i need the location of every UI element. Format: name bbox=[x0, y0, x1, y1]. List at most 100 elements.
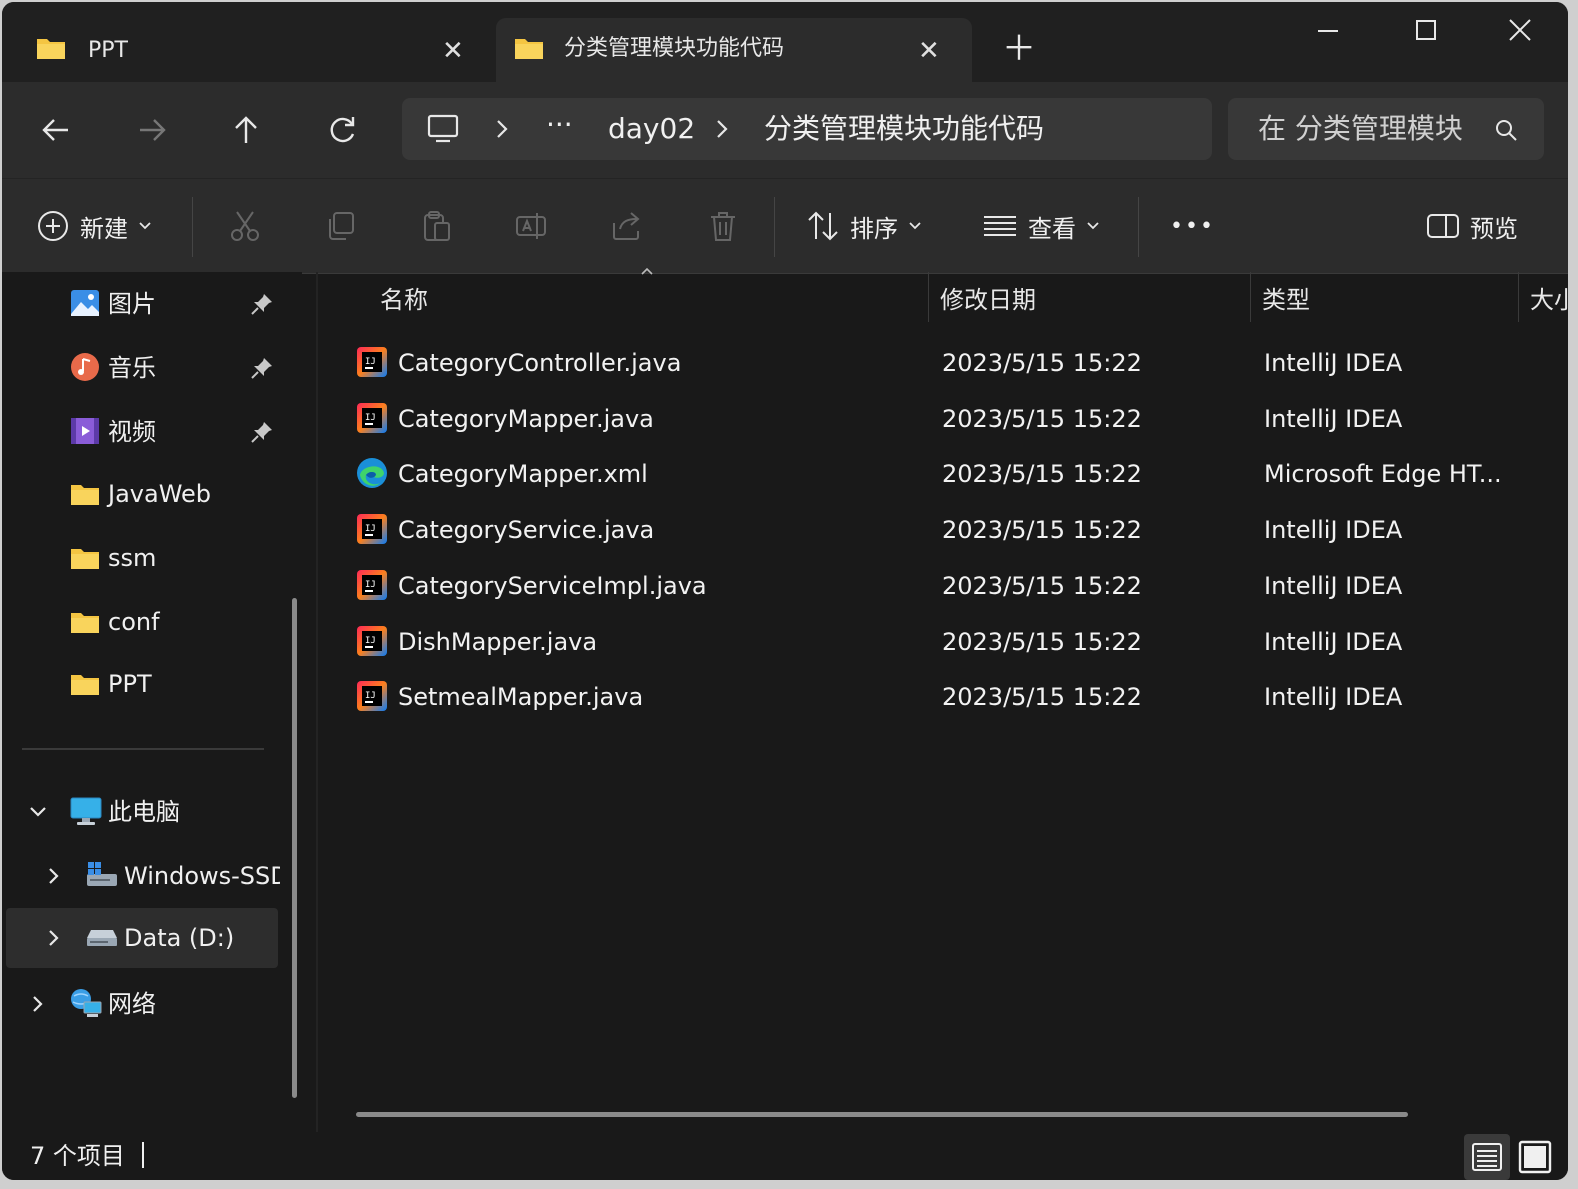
sidebar-item-ppt[interactable]: PPT bbox=[2, 654, 278, 714]
table-row[interactable]: IJ CategoryController.java 2023/5/15 15:22… bbox=[348, 338, 1548, 390]
copy-icon[interactable] bbox=[324, 209, 358, 243]
search-icon[interactable] bbox=[1494, 118, 1518, 142]
search-box[interactable]: 在 分类管理模块 bbox=[1228, 98, 1544, 160]
column-divider[interactable] bbox=[928, 272, 929, 322]
close-tab-icon[interactable]: ✕ bbox=[442, 38, 464, 64]
details-view-icon[interactable] bbox=[1464, 1134, 1510, 1180]
refresh-icon[interactable] bbox=[322, 110, 362, 150]
table-row[interactable]: IJ CategoryService.java 2023/5/15 15:22 Int… bbox=[348, 505, 1548, 557]
chevron-right-icon[interactable] bbox=[494, 118, 510, 140]
paste-icon[interactable] bbox=[420, 209, 454, 243]
command-bar: 新建 排序 查看 ••• 预览 bbox=[2, 178, 1568, 274]
explorer-window: PPT ✕ 分类管理模块功能代码 ✕ ＋ ··· day02 分类管理模块功能代… bbox=[2, 2, 1568, 1180]
intellij-icon: IJ bbox=[356, 346, 388, 382]
table-row[interactable]: IJ CategoryMapper.java 2023/5/15 15:22 Inte… bbox=[348, 394, 1548, 446]
file-type: IntelliJ IDEA bbox=[1264, 349, 1403, 377]
table-row[interactable]: IJ SetmealMapper.java 2023/5/15 15:22 Intel… bbox=[348, 672, 1548, 724]
preview-pane-button[interactable]: 预览 bbox=[1426, 203, 1518, 249]
column-header-name[interactable]: 名称 bbox=[380, 280, 428, 320]
sidebar-item-label: 网络 bbox=[108, 990, 156, 1018]
windows-drive-icon bbox=[87, 862, 117, 886]
sidebar-item-windows-ssd[interactable]: Windows-SSD bbox=[2, 846, 280, 906]
chevron-down-icon bbox=[139, 222, 151, 230]
sidebar-item-label: 音乐 bbox=[108, 354, 156, 382]
svg-text:IJ: IJ bbox=[365, 580, 376, 590]
sidebar-item-label: 视频 bbox=[108, 418, 156, 446]
table-row[interactable]: CategoryMapper.xml 2023/5/15 15:22 Microso… bbox=[348, 449, 1548, 501]
sidebar-item-network[interactable]: 网络 bbox=[2, 974, 278, 1034]
large-icons-view-icon[interactable] bbox=[1512, 1134, 1558, 1180]
table-row[interactable]: IJ DishMapper.java 2023/5/15 15:22 IntelliJ… bbox=[348, 617, 1548, 669]
sidebar-item-label: Data (D:) bbox=[124, 924, 235, 952]
rename-icon[interactable] bbox=[514, 209, 548, 243]
status-bar: 7 个项目 bbox=[2, 1132, 1568, 1180]
forward-arrow-icon[interactable] bbox=[132, 110, 172, 150]
close-tab-icon[interactable]: ✕ bbox=[918, 38, 940, 64]
pin-icon[interactable] bbox=[250, 292, 274, 316]
new-button[interactable]: 新建 bbox=[36, 203, 152, 249]
new-tab-button[interactable]: ＋ bbox=[1002, 32, 1036, 66]
file-type: IntelliJ IDEA bbox=[1264, 516, 1403, 545]
column-header-size[interactable]: 大小 bbox=[1530, 280, 1568, 320]
preview-pane-icon bbox=[1427, 214, 1459, 238]
file-name: CategoryService.java bbox=[398, 516, 655, 545]
sidebar-item-data-d[interactable]: Data (D:) bbox=[6, 908, 278, 968]
cut-icon[interactable] bbox=[228, 209, 262, 243]
delete-icon[interactable] bbox=[706, 209, 740, 243]
view-button[interactable]: 查看 bbox=[982, 203, 1100, 249]
sidebar-item-label: 图片 bbox=[108, 290, 156, 318]
folder-icon bbox=[515, 39, 543, 59]
breadcrumb-day02[interactable]: day02 bbox=[608, 112, 695, 146]
sidebar-item-videos[interactable]: 视频 bbox=[2, 402, 278, 462]
address-bar[interactable]: ··· day02 分类管理模块功能代码 bbox=[402, 98, 1212, 160]
column-divider[interactable] bbox=[1518, 272, 1519, 322]
breadcrumb-overflow[interactable]: ··· bbox=[546, 108, 573, 142]
new-label: 新建 bbox=[80, 214, 128, 243]
chevron-right-icon[interactable] bbox=[714, 118, 730, 140]
file-name: CategoryServiceImpl.java bbox=[398, 571, 707, 600]
breadcrumb-current[interactable]: 分类管理模块功能代码 bbox=[764, 112, 1044, 146]
maximize-icon[interactable] bbox=[1404, 14, 1448, 48]
file-name: CategoryMapper.java bbox=[398, 404, 654, 433]
computer-icon bbox=[70, 797, 102, 825]
toolbar-divider bbox=[1138, 197, 1139, 257]
sidebar-item-conf[interactable]: conf bbox=[2, 592, 278, 652]
chevron-right-icon[interactable] bbox=[28, 994, 48, 1014]
horizontal-scrollbar[interactable] bbox=[356, 1112, 1408, 1117]
sidebar-item-ssm[interactable]: ssm bbox=[2, 528, 278, 588]
close-window-icon[interactable] bbox=[1498, 14, 1542, 48]
chevron-right-icon[interactable] bbox=[44, 928, 64, 948]
file-date: 2023/5/15 15:22 bbox=[942, 683, 1142, 712]
computer-icon[interactable] bbox=[426, 112, 460, 146]
sidebar-item-label: conf bbox=[108, 608, 160, 636]
minimize-icon[interactable] bbox=[1306, 14, 1350, 48]
sidebar-item-javaweb[interactable]: JavaWeb bbox=[2, 464, 278, 524]
pin-icon[interactable] bbox=[250, 420, 274, 444]
back-arrow-icon[interactable] bbox=[36, 110, 76, 150]
item-count: 7 个项目 bbox=[30, 1142, 125, 1170]
svg-text:IJ: IJ bbox=[365, 636, 376, 646]
share-icon[interactable] bbox=[610, 209, 644, 243]
sidebar-item-this-pc[interactable]: 此电脑 bbox=[2, 782, 278, 842]
sidebar-item-pictures[interactable]: 图片 bbox=[2, 274, 278, 334]
tab-active[interactable]: 分类管理模块功能代码 ✕ bbox=[496, 18, 972, 82]
sidebar-scrollbar[interactable] bbox=[292, 598, 297, 1098]
column-header-type[interactable]: 类型 bbox=[1262, 280, 1310, 320]
chevron-down-icon[interactable] bbox=[28, 802, 48, 822]
folder-icon bbox=[71, 549, 99, 569]
intellij-icon: IJ bbox=[356, 513, 388, 549]
column-divider[interactable] bbox=[1250, 272, 1251, 322]
pin-icon[interactable] bbox=[250, 356, 274, 380]
sort-button[interactable]: 排序 bbox=[806, 203, 922, 249]
column-header-date[interactable]: 修改日期 bbox=[940, 280, 1036, 320]
file-name: DishMapper.java bbox=[398, 627, 598, 656]
more-options-button[interactable]: ••• bbox=[1170, 203, 1215, 249]
drive-icon bbox=[87, 930, 117, 946]
table-row[interactable]: IJ CategoryServiceImpl.java 2023/5/15 15:2… bbox=[348, 561, 1548, 613]
up-arrow-icon[interactable] bbox=[226, 110, 266, 150]
list-view-icon bbox=[984, 216, 1016, 236]
file-name: CategoryController.java bbox=[398, 349, 682, 377]
chevron-right-icon[interactable] bbox=[44, 866, 64, 886]
tab-ppt[interactable]: PPT ✕ bbox=[2, 2, 482, 82]
sidebar-item-music[interactable]: 音乐 bbox=[2, 338, 278, 398]
